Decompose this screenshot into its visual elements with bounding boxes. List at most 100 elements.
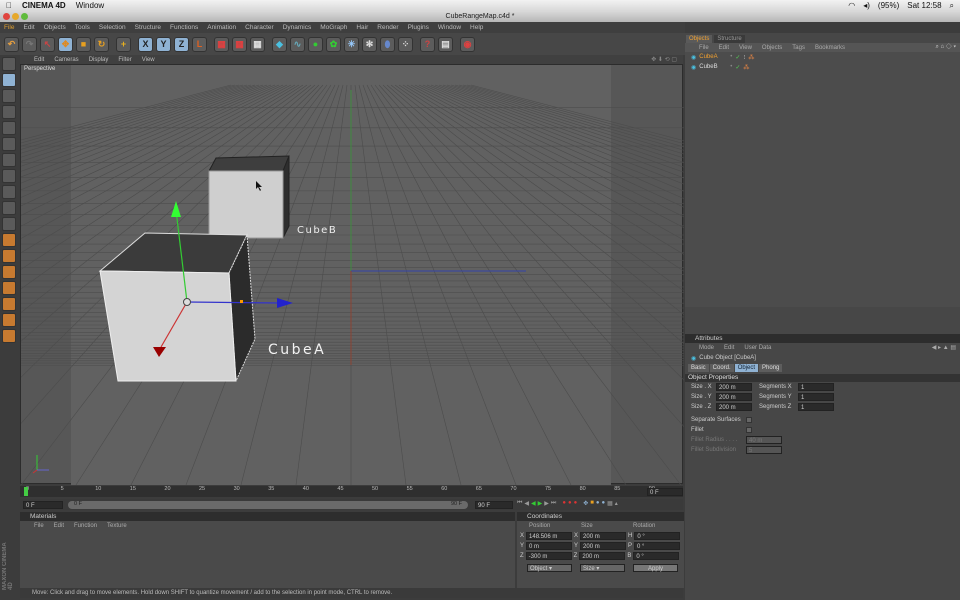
tag-icon[interactable]: ⁂	[748, 54, 754, 61]
xref-icon[interactable]	[2, 281, 16, 295]
environment-icon[interactable]: ⬮	[380, 36, 395, 52]
menu-selection[interactable]: Selection	[99, 24, 126, 31]
go-to-end-icon[interactable]: ⏭	[551, 500, 556, 507]
objects-menu-file[interactable]: File	[699, 45, 709, 51]
sculpt-icon[interactable]	[2, 233, 16, 247]
position-field[interactable]: -300 m	[525, 552, 572, 560]
autokey-icon[interactable]: ●	[568, 500, 572, 507]
objects-menu-edit[interactable]: Edit	[719, 45, 729, 51]
timeline-ruler[interactable]: 051015202530354045505560657075808590 0 F	[20, 486, 683, 497]
attr-tab-object[interactable]: Object	[734, 364, 759, 372]
wifi-icon[interactable]: ◠	[848, 1, 855, 10]
menu-plugins[interactable]: Plugins	[408, 24, 429, 31]
pla-key-icon[interactable]: ▦	[607, 500, 613, 507]
menu-animation[interactable]: Animation	[207, 24, 236, 31]
segments-field[interactable]: 1	[798, 393, 834, 401]
menu-help[interactable]: Help	[470, 24, 483, 31]
rotation-field[interactable]: 0 °	[633, 552, 680, 560]
add-tool-icon[interactable]: +	[116, 36, 131, 52]
size-field[interactable]: 200 m	[716, 403, 752, 411]
object-row-cubeb[interactable]: ◉ CubeB • ✓ ⁂	[685, 62, 960, 72]
size-field[interactable]: 200 m	[716, 383, 752, 391]
enabled-check-icon[interactable]: ✓	[735, 54, 740, 61]
fillet-radius-field[interactable]: 40 m	[746, 436, 782, 444]
fillet-subdivision-field[interactable]: 5	[746, 446, 782, 454]
segments-field[interactable]: 1	[798, 403, 834, 411]
brush-icon[interactable]	[2, 329, 16, 343]
tab-structure[interactable]: Structure	[714, 35, 745, 43]
frame-range-slider[interactable]: 0 F 90 F	[68, 501, 468, 509]
scene-icon[interactable]: ✻	[362, 36, 377, 52]
play-icon[interactable]: ▶	[538, 500, 543, 507]
zoom-button[interactable]	[21, 13, 28, 20]
coordinate-mode-dropdown[interactable]: Object ▾	[527, 564, 572, 572]
tab-objects[interactable]: Objects	[686, 35, 713, 43]
menu-character[interactable]: Character	[245, 24, 274, 31]
array-icon[interactable]: ✿	[326, 36, 341, 52]
layout-icon[interactable]: ▤	[438, 36, 453, 52]
x-axis-lock-icon[interactable]: X	[138, 36, 153, 52]
timeline-menu-icon[interactable]: ▴	[615, 500, 618, 507]
snap-icon[interactable]	[2, 201, 16, 215]
cube-object-icon[interactable]: ◆	[272, 36, 287, 52]
position-field[interactable]: 0 m	[526, 542, 573, 550]
size-field[interactable]: 200 m	[579, 552, 626, 560]
volume-icon[interactable]: ◂)	[863, 1, 870, 10]
scale-tool-icon[interactable]: ■	[76, 36, 91, 52]
apply-button[interactable]: Apply	[633, 564, 678, 572]
materials-menu-function[interactable]: Function	[74, 523, 97, 529]
viewport-menu-view[interactable]: View	[142, 57, 155, 63]
magnet-icon[interactable]	[2, 313, 16, 327]
materials-menu-file[interactable]: File	[34, 523, 44, 529]
attr-tab-basic[interactable]: Basic	[688, 364, 709, 372]
nurbs-icon[interactable]: ●	[308, 36, 323, 52]
tweak-mode-icon[interactable]	[2, 185, 16, 199]
attr-tab-coord[interactable]: Coord.	[709, 364, 734, 372]
attributes-menu-edit[interactable]: Edit	[724, 345, 734, 351]
render-picture-viewer-icon[interactable]: ▦	[232, 36, 247, 52]
objects-search-icon[interactable]: ⌕ ⌂ ◇ ▾	[935, 44, 956, 51]
use-texture-mode-icon[interactable]	[2, 89, 16, 103]
rotate-tool-icon[interactable]: ↻	[94, 36, 109, 52]
enabled-check-icon[interactable]: ✓	[735, 64, 740, 71]
render-view-icon[interactable]: ▦	[214, 36, 229, 52]
y-axis-lock-icon[interactable]: Y	[156, 36, 171, 52]
objects-menu-bookmarks[interactable]: Bookmarks	[815, 45, 845, 51]
particles-icon[interactable]: ⁘	[398, 36, 413, 52]
live-selection-icon[interactable]: ↖	[40, 36, 55, 52]
viewport-canvas[interactable]: CubeB CubeA	[21, 65, 684, 485]
camera-icon[interactable]: ?	[420, 36, 435, 52]
go-to-start-icon[interactable]: ⏮	[517, 500, 522, 507]
current-frame-field[interactable]: 0 F	[647, 488, 683, 496]
battery-indicator[interactable]: (95%)	[878, 1, 899, 10]
object-name[interactable]: CubeA	[699, 54, 727, 60]
use-model-mode-icon[interactable]	[2, 57, 16, 71]
size-field[interactable]: 200 m	[716, 393, 752, 401]
materials-menu-edit[interactable]: Edit	[54, 523, 64, 529]
close-button[interactable]	[3, 13, 10, 20]
objects-menu-objects[interactable]: Objects	[762, 45, 782, 51]
fillet-checkbox[interactable]	[746, 427, 752, 433]
attributes-menu-user-data[interactable]: User Data	[744, 345, 771, 351]
separate-surfaces-checkbox[interactable]	[746, 417, 752, 423]
viewport-menu-cameras[interactable]: Cameras	[54, 57, 78, 63]
keyframe-selection-icon[interactable]: ●	[574, 500, 578, 507]
viewport-menu-display[interactable]: Display	[89, 57, 109, 63]
spline-icon[interactable]: ∿	[290, 36, 305, 52]
tag-icon[interactable]: ⁂	[743, 64, 749, 71]
tag-icon[interactable]: ⁝	[743, 54, 745, 61]
menu-tools[interactable]: Tools	[75, 24, 90, 31]
materials-menu-texture[interactable]: Texture	[107, 523, 127, 529]
prev-key-icon[interactable]: ◀	[524, 500, 529, 507]
cube-a[interactable]	[98, 232, 256, 382]
use-edges-icon[interactable]	[2, 137, 16, 151]
attributes-nav-icons[interactable]: ◀ ▸ ▲ ▤	[932, 344, 956, 351]
end-frame-field[interactable]: 90 F	[475, 501, 513, 509]
object-row-cubea[interactable]: ◉ CubeA • ✓ ⁝ ⁂	[685, 52, 960, 62]
use-polygons-icon[interactable]	[2, 153, 16, 167]
attr-tab-phong[interactable]: Phong	[759, 364, 783, 372]
use-points-icon[interactable]	[2, 121, 16, 135]
menu-structure[interactable]: Structure	[135, 24, 161, 31]
position-field[interactable]: 148.506 m	[526, 532, 573, 540]
segments-field[interactable]: 1	[798, 383, 834, 391]
